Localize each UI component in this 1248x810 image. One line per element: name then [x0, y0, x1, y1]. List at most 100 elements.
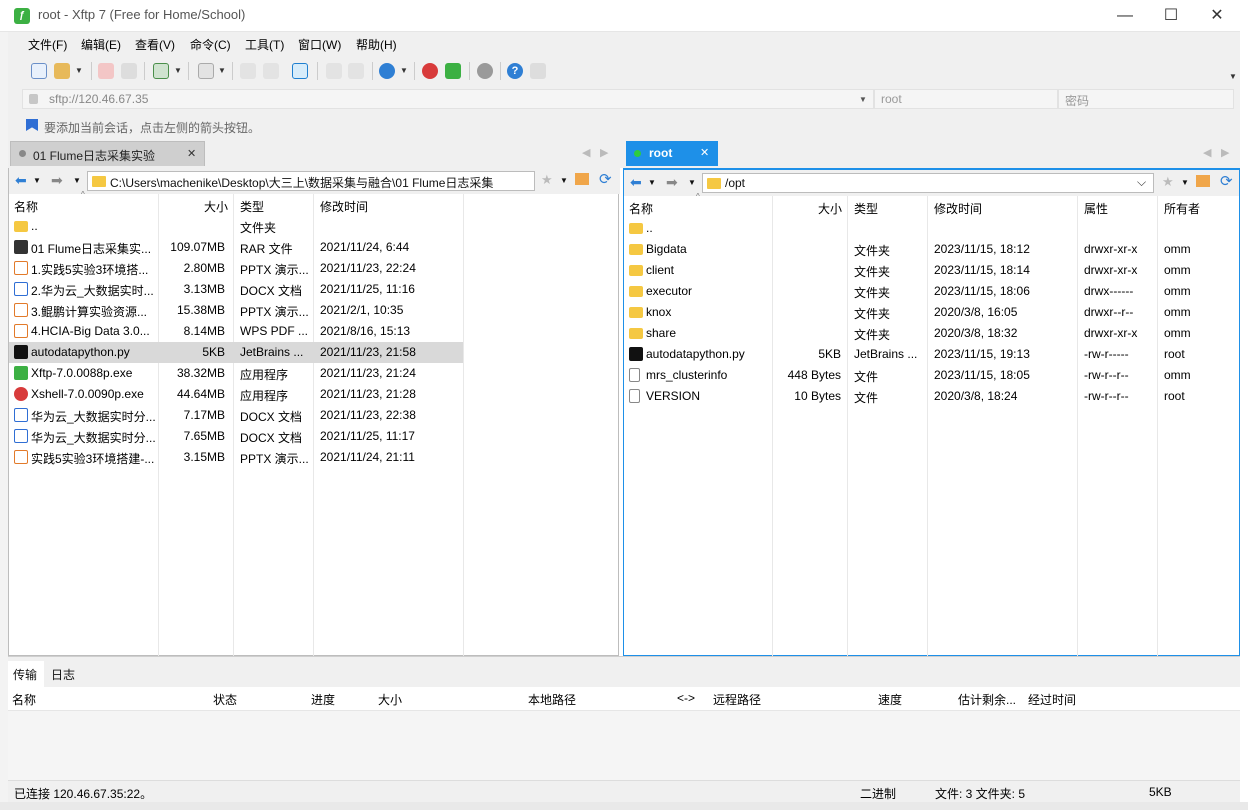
- back-arrow-icon[interactable]: ⬅: [630, 174, 642, 191]
- chevron-down-icon[interactable]: ▼: [648, 178, 656, 187]
- close-button[interactable]: ✕: [1194, 0, 1240, 32]
- chevron-down-icon[interactable]: ▼: [174, 66, 182, 75]
- transfer-col-local-path[interactable]: 本地路径: [528, 691, 576, 708]
- gear-icon[interactable]: [477, 63, 493, 79]
- tab-transfer[interactable]: 传输: [8, 661, 44, 687]
- file-row[interactable]: share 文件夹 2020/3/8, 18:32 drwxr-xr-x omm: [624, 323, 1239, 344]
- paste-icon[interactable]: [263, 63, 279, 79]
- tab-remote[interactable]: root ✕: [626, 141, 718, 166]
- file-row[interactable]: client 文件夹 2023/11/15, 18:14 drwxr-xr-x omm: [624, 260, 1239, 281]
- help-icon[interactable]: ?: [507, 63, 523, 79]
- menu-tools[interactable]: 工具(T): [245, 36, 284, 53]
- bookmark-arrow-icon[interactable]: [26, 119, 38, 131]
- reconnect-icon[interactable]: [121, 63, 137, 79]
- home-folder-icon[interactable]: [575, 173, 589, 185]
- transfer-col-status[interactable]: 状态: [213, 691, 237, 708]
- tab-log[interactable]: 日志: [44, 661, 84, 687]
- chevron-down-icon[interactable]: ▼: [218, 66, 226, 75]
- chevron-down-icon[interactable]: ▼: [1181, 178, 1189, 187]
- transfer-col-speed[interactable]: 速度: [878, 691, 902, 708]
- tab-prev-icon[interactable]: ◀: [582, 146, 590, 159]
- tab-local[interactable]: 01 Flume日志采集实验 ✕: [10, 141, 205, 166]
- file-row[interactable]: autodatapython.py 5KB JetBrains ... 2021/11…: [9, 342, 463, 363]
- file-row[interactable]: 华为云_大数据实时分... 7.65MB DOCX 文档 2021/11/25, 11…: [9, 426, 463, 447]
- close-tab-icon[interactable]: ✕: [187, 147, 196, 160]
- column-modified[interactable]: 修改时间: [934, 200, 982, 217]
- file-row[interactable]: VERSION 10 Bytes 文件 2020/3/8, 18:24 -rw-r--r…: [624, 386, 1239, 407]
- file-row[interactable]: 实践5实验3环境搭建-... 3.15MB PPTX 演示... 2021/11/24…: [9, 447, 463, 468]
- column-type[interactable]: 类型: [854, 200, 878, 217]
- column-size[interactable]: 大小: [818, 200, 842, 217]
- file-row[interactable]: knox 文件夹 2020/3/8, 16:05 drwxr--r-- omm: [624, 302, 1239, 323]
- back-arrow-icon[interactable]: ⬅: [15, 172, 27, 189]
- file-row[interactable]: 3.鲲鹏计算实验资源... 15.38MB PPTX 演示... 2021/2/1, …: [9, 300, 463, 321]
- transfer-col-name[interactable]: 名称: [12, 691, 36, 708]
- minimize-button[interactable]: —: [1102, 0, 1148, 32]
- menu-view[interactable]: 查看(V): [135, 36, 175, 53]
- file-row[interactable]: 4.HCIA-Big Data 3.0... 8.14MB WPS PDF ... 2…: [9, 321, 463, 342]
- refresh-icon[interactable]: ⟳: [1220, 172, 1233, 190]
- new-window-icon[interactable]: [153, 63, 169, 79]
- file-row[interactable]: 1.实践5实验3环境搭... 2.80MB PPTX 演示... 2021/11/23…: [9, 258, 463, 279]
- remote-path-input[interactable]: /opt ⌵: [702, 173, 1154, 193]
- menu-command[interactable]: 命令(C): [190, 36, 231, 53]
- tab-next-icon[interactable]: ▶: [600, 146, 608, 159]
- open-folder-icon[interactable]: [54, 63, 70, 79]
- chevron-down-icon[interactable]: ⌵: [1137, 175, 1146, 190]
- properties-icon[interactable]: [348, 63, 364, 79]
- file-row[interactable]: Xftp-7.0.0088p.exe 38.32MB 应用程序 2021/11/23,…: [9, 363, 463, 384]
- globe-icon[interactable]: [379, 63, 395, 79]
- forward-arrow-icon[interactable]: ➡: [666, 174, 678, 191]
- file-row[interactable]: Bigdata 文件夹 2023/11/15, 18:12 drwxr-xr-x omm: [624, 239, 1239, 260]
- menu-edit[interactable]: 编辑(E): [81, 36, 121, 53]
- transfer-col-size[interactable]: 大小: [378, 691, 402, 708]
- chevron-down-icon[interactable]: ▼: [688, 178, 696, 187]
- chevron-down-icon[interactable]: ▼: [400, 66, 408, 75]
- chat-icon[interactable]: [530, 63, 546, 79]
- maximize-button[interactable]: ☐: [1148, 0, 1194, 32]
- menu-window[interactable]: 窗口(W): [298, 36, 341, 53]
- transfer-col-elapsed[interactable]: 经过时间: [1028, 691, 1076, 708]
- new-session-icon[interactable]: [31, 63, 47, 79]
- chevron-down-icon[interactable]: ▼: [73, 176, 81, 185]
- file-row[interactable]: executor 文件夹 2023/11/15, 18:06 drwx------ om…: [624, 281, 1239, 302]
- column-owner[interactable]: 所有者: [1164, 200, 1200, 217]
- menu-help[interactable]: 帮助(H): [356, 36, 397, 53]
- column-name[interactable]: 名称: [14, 198, 38, 215]
- file-row[interactable]: ..: [624, 218, 1239, 239]
- column-attributes[interactable]: 属性: [1084, 200, 1108, 217]
- disconnect-icon[interactable]: [98, 63, 114, 79]
- chevron-down-icon[interactable]: ▼: [859, 95, 867, 104]
- transfer-col-progress[interactable]: 进度: [311, 691, 335, 708]
- column-type[interactable]: 类型: [240, 198, 264, 215]
- column-modified[interactable]: 修改时间: [320, 198, 368, 215]
- xshell-icon[interactable]: [422, 63, 438, 79]
- transfer-col-remote-path[interactable]: 远程路径: [713, 691, 761, 708]
- file-row[interactable]: .. 文件夹: [9, 216, 463, 237]
- screen-icon[interactable]: [198, 63, 214, 79]
- file-row[interactable]: 01 Flume日志采集实... 109.07MB RAR 文件 2021/11/24…: [9, 237, 463, 258]
- file-row[interactable]: autodatapython.py 5KB JetBrains ... 2023/11…: [624, 344, 1239, 365]
- home-folder-icon[interactable]: [1196, 175, 1210, 187]
- file-row[interactable]: Xshell-7.0.0090p.exe 44.64MB 应用程序 2021/11/2…: [9, 384, 463, 405]
- menu-file[interactable]: 文件(F): [28, 36, 67, 53]
- star-icon[interactable]: ★: [541, 172, 553, 188]
- sync-transfer-icon[interactable]: [292, 63, 308, 79]
- transfer-col-direction[interactable]: <->: [677, 691, 695, 705]
- transfer-col-eta[interactable]: 估计剩余...: [958, 691, 1016, 708]
- tab-prev-icon[interactable]: ◀: [1203, 146, 1211, 159]
- star-icon[interactable]: ★: [1162, 174, 1174, 190]
- toolbar-overflow-icon[interactable]: ▼: [1229, 72, 1237, 81]
- host-field[interactable]: sftp://120.46.67.35 ▼: [22, 89, 874, 109]
- copy-icon[interactable]: [240, 63, 256, 79]
- tab-next-icon[interactable]: ▶: [1221, 146, 1229, 159]
- refresh-icon[interactable]: ⟳: [599, 170, 612, 188]
- file-row[interactable]: 2.华为云_大数据实时... 3.13MB DOCX 文档 2021/11/25, 1…: [9, 279, 463, 300]
- forward-arrow-icon[interactable]: ➡: [51, 172, 63, 189]
- close-tab-icon[interactable]: ✕: [700, 146, 709, 159]
- chevron-down-icon[interactable]: ▼: [560, 176, 568, 185]
- username-field[interactable]: root: [874, 89, 1058, 109]
- column-name[interactable]: 名称: [629, 200, 653, 217]
- column-size[interactable]: 大小: [204, 198, 228, 215]
- file-row[interactable]: mrs_clusterinfo 448 Bytes 文件 2023/11/15, 18…: [624, 365, 1239, 386]
